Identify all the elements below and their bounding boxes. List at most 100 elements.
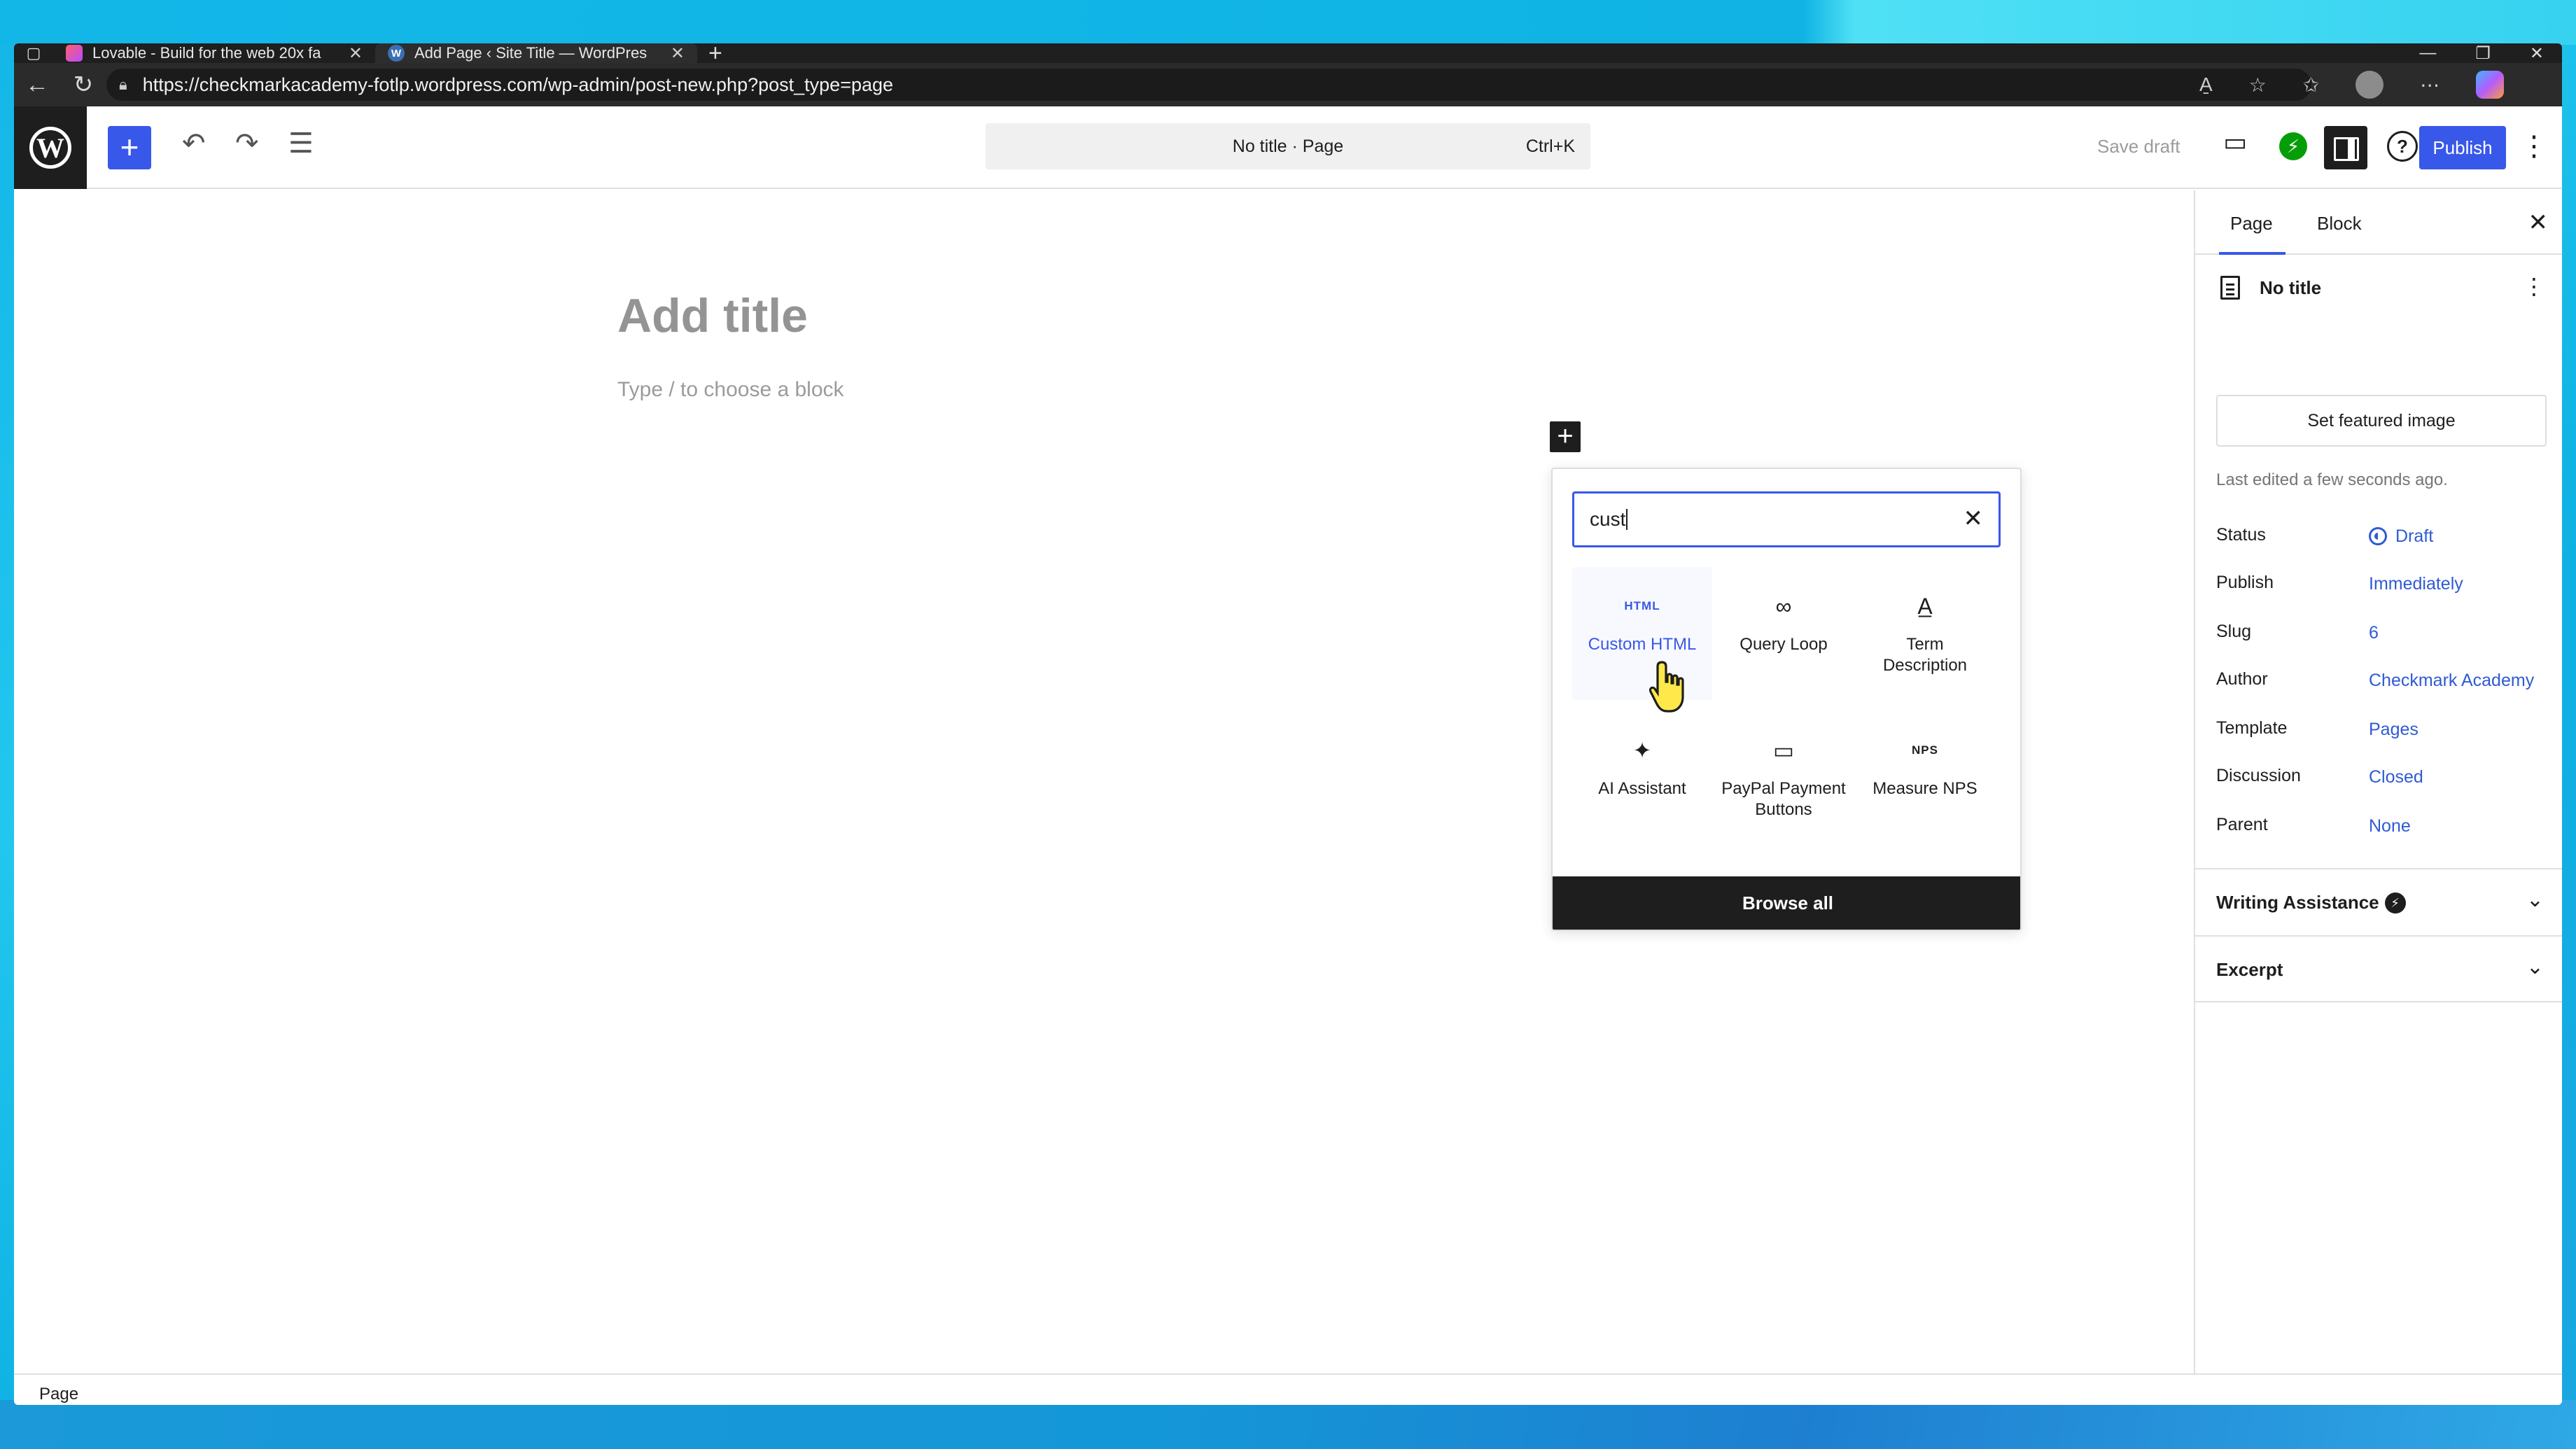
document-overview-icon[interactable]: ☰ xyxy=(288,127,314,160)
undo-icon[interactable]: ↶ xyxy=(182,127,206,160)
last-edited-text: Last edited a few seconds ago. xyxy=(2216,470,2448,489)
tab-close-icon[interactable]: ✕ xyxy=(349,43,363,63)
browser-window: ▢ Lovable - Build for the web 20x fa ✕ W… xyxy=(14,43,2562,1405)
url-text: https://checkmarkacademy-fotlp.wordpress… xyxy=(142,74,894,95)
block-option-label: AI Assistant xyxy=(1598,779,1686,798)
nps-icon: NPS xyxy=(1912,743,1938,757)
block-option-measure-nps[interactable]: NPS Measure NPS xyxy=(1855,711,1995,844)
meta-label: Slug xyxy=(2216,622,2252,641)
inline-inserter-button[interactable]: + xyxy=(1550,421,1581,452)
panel-writing-assistance[interactable]: Writing Assistance ⚡ ⌄ xyxy=(2195,868,2562,935)
meta-row-publish: Publish Immediately xyxy=(2216,573,2545,601)
paragraph-placeholder[interactable]: Type / to choose a block xyxy=(617,378,844,402)
document-actions-icon[interactable]: ⋮ xyxy=(2523,273,2545,300)
loop-icon: ∞ xyxy=(1775,593,1792,619)
back-icon[interactable]: ← xyxy=(14,71,60,99)
block-inserter-button[interactable]: + xyxy=(108,126,151,169)
meta-label: Publish xyxy=(2216,573,2274,592)
discussion-value[interactable]: Closed xyxy=(2369,767,2423,788)
copilot-icon[interactable] xyxy=(2476,71,2505,99)
block-option-label: Query Loop xyxy=(1740,635,1828,654)
publish-value[interactable]: Immediately xyxy=(2369,574,2463,594)
document-title: No title xyxy=(2260,277,2322,298)
meta-label: Template xyxy=(2216,718,2288,738)
document-summary: No title ⋮ xyxy=(2195,255,2562,336)
page-icon xyxy=(2220,276,2240,300)
options-kebab-icon[interactable]: ⋮ xyxy=(2520,130,2548,162)
meta-row-discussion: Discussion Closed xyxy=(2216,766,2545,794)
editor-toolbar: W + ↶ ↷ ☰ No title · Page Ctrl+K Save dr… xyxy=(14,106,2562,189)
chevron-down-icon: ⌄ xyxy=(2526,888,2544,911)
command-shortcut: Ctrl+K xyxy=(1525,136,1575,156)
desktop-background-top xyxy=(0,0,2576,45)
favorites-icon[interactable]: ✩ xyxy=(2303,74,2319,97)
block-option-ai-assistant[interactable]: ✦ AI Assistant xyxy=(1572,711,1712,844)
address-bar-row: ← ↻ 🔒︎ https://checkmarkacademy-fotlp.wo… xyxy=(14,63,2562,106)
block-option-paypal-buttons[interactable]: ▭ PayPal Payment Buttons xyxy=(1714,711,1854,844)
set-featured-image-button[interactable]: Set featured image xyxy=(2216,395,2547,447)
browse-all-button[interactable]: Browse all xyxy=(1553,876,2020,930)
meta-row-parent: Parent None xyxy=(2216,815,2545,843)
settings-toggle-icon[interactable] xyxy=(2324,126,2367,169)
parent-value[interactable]: None xyxy=(2369,816,2411,836)
block-option-query-loop[interactable]: ∞ Query Loop xyxy=(1714,567,1854,700)
tab-lovable[interactable]: Lovable - Build for the web 20x fa ✕ xyxy=(53,43,375,63)
meta-label: Discussion xyxy=(2216,766,2301,785)
tab-actions-icon[interactable]: ▢ xyxy=(14,43,53,63)
meta-row-slug: Slug 6 xyxy=(2216,622,2545,650)
tab-page[interactable]: Page xyxy=(2219,213,2286,255)
sparkle-icon: ✦ xyxy=(1632,738,1652,763)
status-value[interactable]: Draft xyxy=(2369,526,2433,547)
block-option-label: Custom HTML xyxy=(1588,635,1697,654)
title-input[interactable]: Add title xyxy=(617,288,808,343)
hand-pointer-cursor-icon xyxy=(1649,661,1684,713)
profile-avatar[interactable] xyxy=(2356,71,2384,99)
minimize-icon[interactable]: — xyxy=(2419,43,2436,64)
meta-label: Parent xyxy=(2216,815,2268,834)
command-title: No title · Page xyxy=(1232,136,1344,156)
tab-block[interactable]: Block xyxy=(2317,213,2362,234)
browser-actions: A̱ ☆ ✩ ⋯ xyxy=(2199,71,2505,99)
html-icon: HTML xyxy=(1624,599,1660,612)
block-search-input[interactable]: cust ✕ xyxy=(1572,491,2001,547)
close-sidebar-icon[interactable]: ✕ xyxy=(2528,209,2549,237)
block-option-label: Measure NPS xyxy=(1872,779,1977,798)
block-option-custom-html[interactable]: HTML Custom HTML xyxy=(1572,567,1712,700)
wordpress-favicon-icon: W xyxy=(388,45,405,62)
chevron-down-icon: ⌄ xyxy=(2526,955,2544,979)
redo-icon[interactable]: ↷ xyxy=(235,127,259,160)
slug-value[interactable]: 6 xyxy=(2369,623,2379,643)
site-info-icon[interactable]: 🔒︎ xyxy=(119,76,127,94)
read-aloud-icon[interactable]: A̱ xyxy=(2199,74,2213,96)
tab-close-icon[interactable]: ✕ xyxy=(671,43,685,63)
jetpack-icon[interactable]: ⚡ xyxy=(2279,132,2307,160)
reload-icon[interactable]: ↻ xyxy=(60,71,106,99)
block-option-label: PayPal Payment Buttons xyxy=(1721,779,1846,819)
preview-device-icon[interactable]: ▭ xyxy=(2223,127,2247,157)
command-palette-button[interactable]: No title · Page Ctrl+K xyxy=(986,123,1590,169)
meta-value: Draft xyxy=(2395,526,2434,546)
close-window-icon[interactable]: ✕ xyxy=(2530,43,2544,64)
author-value[interactable]: Checkmark Academy xyxy=(2369,671,2534,691)
breadcrumb-page[interactable]: Page xyxy=(39,1385,78,1404)
tab-add-page[interactable]: W Add Page ‹ Site Title — WordPres ✕ xyxy=(375,43,697,63)
clear-search-icon[interactable]: ✕ xyxy=(1963,505,1984,533)
block-breadcrumb-bar: Page xyxy=(14,1373,2562,1405)
publish-button[interactable]: Publish xyxy=(2419,126,2506,169)
help-icon[interactable]: ? xyxy=(2387,131,2418,162)
template-value[interactable]: Pages xyxy=(2369,720,2418,740)
url-field[interactable]: 🔒︎ https://checkmarkacademy-fotlp.wordpr… xyxy=(106,69,2311,101)
more-icon[interactable]: ⋯ xyxy=(2420,74,2440,97)
restore-icon[interactable]: ❐ xyxy=(2475,43,2491,64)
window-controls: — ❐ ✕ xyxy=(2419,43,2562,64)
wordpress-logo-icon[interactable]: W xyxy=(14,106,87,189)
tab-title: Lovable - Build for the web 20x fa xyxy=(92,44,321,62)
save-draft-button[interactable]: Save draft xyxy=(2097,136,2180,158)
favorite-star-icon[interactable]: ☆ xyxy=(2249,74,2267,97)
lovable-favicon-icon xyxy=(66,45,83,62)
panel-excerpt[interactable]: Excerpt ⌄ xyxy=(2195,935,2562,1002)
meta-row-author: Author Checkmark Academy xyxy=(2216,669,2545,697)
block-option-term-description[interactable]: A̲ Term Description xyxy=(1855,567,1995,700)
draft-status-icon xyxy=(2369,527,2387,545)
panel-title: Writing Assistance ⚡ xyxy=(2216,892,2406,913)
